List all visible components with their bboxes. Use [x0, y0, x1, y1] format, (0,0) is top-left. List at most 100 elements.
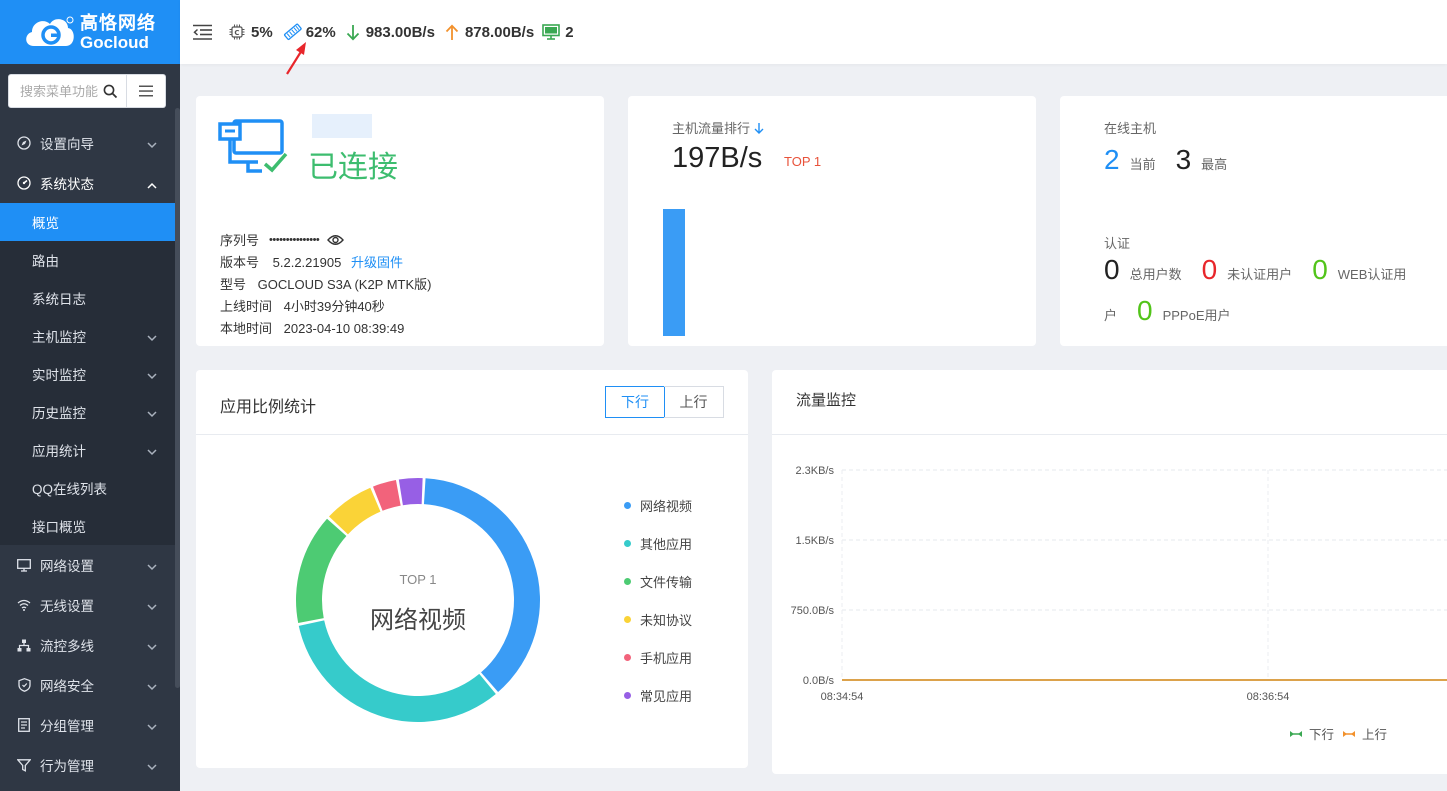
menu-list-button[interactable] [127, 74, 166, 108]
sidebar-item-system-log[interactable]: 系统日志 [0, 279, 175, 317]
arrow-up-icon [445, 24, 459, 40]
sidebar-item-label: 设置向导 [40, 137, 94, 152]
uptime-label: 上线时间 [220, 299, 273, 314]
annotation-arrow-icon [286, 42, 306, 75]
sidebar-item-interface-overview[interactable]: 接口概览 [0, 507, 175, 545]
chevron-down-icon [147, 559, 157, 574]
x-tick-label: 08:34:54 [821, 691, 864, 703]
sidebar-item-group-management[interactable]: 分组管理 [0, 705, 175, 745]
sidebar-item-behavior-management[interactable]: 行为管理 [0, 745, 175, 785]
legend-dot [624, 692, 631, 699]
sidebar-item-label: 无线设置 [40, 599, 94, 614]
filter-icon [16, 757, 32, 773]
localtime-row: 本地时间 2023-04-10 08:39:49 [220, 318, 404, 337]
sidebar-scrollbar[interactable] [175, 108, 180, 688]
collapse-sidebar-icon[interactable] [193, 24, 212, 40]
upgrade-firmware-link[interactable]: 升级固件 [351, 255, 403, 270]
cpu-icon: C [229, 24, 245, 40]
traffic-monitor-card: 流量监控 0.0B/s 750.0B/s 1.5KB/s 2.3KB/s 08:34:5… [772, 370, 1447, 774]
web-auth-label-cont: 户 [1104, 308, 1118, 323]
card-divider [196, 434, 748, 435]
wifi-icon [16, 597, 32, 613]
tab-uplink[interactable]: 上行 [664, 386, 724, 418]
legend-label: 其他应用 [640, 537, 693, 552]
legend-downlink-label: 下行 [1309, 728, 1335, 742]
model-row: 型号 GOCLOUD S3A (K2P MTK版) [220, 274, 432, 293]
legend-item[interactable]: 手机应用 [624, 648, 692, 667]
legend-item[interactable]: 其他应用 [624, 534, 692, 553]
search-icon[interactable] [103, 84, 118, 102]
tab-downlink[interactable]: 下行 [605, 386, 665, 418]
compass-icon [16, 135, 32, 151]
legend-item[interactable]: 未知协议 [624, 610, 692, 629]
arrow-down-icon [346, 24, 359, 40]
sidebar-item-label: QQ在线列表 [32, 482, 108, 497]
model-label: 型号 [220, 277, 247, 292]
sidebar-item-qq-online[interactable]: QQ在线列表 [0, 469, 175, 507]
download-stat: 983.00B/s [346, 24, 435, 41]
download-speed: 983.00B/s [365, 23, 435, 41]
sidebar-item-network-security[interactable]: 网络安全 [0, 665, 175, 705]
legend-item[interactable]: 文件传输 [624, 572, 692, 591]
sidebar-item-flow-control[interactable]: 流控多线 [0, 625, 175, 665]
app-stats-card: 应用比例统计 下行 上行 TOP 1 网络视频 网络视频 其他应用 文件传输 未知协议… [196, 370, 748, 768]
traffic-rank-title: 主机流量排行 [672, 121, 751, 136]
sidebar-item-setup-wizard[interactable]: 设置向导 [0, 123, 175, 163]
memory-value: 62% [305, 23, 336, 41]
traffic-rank-header[interactable]: 主机流量排行 [672, 118, 764, 137]
pppoe-users-value: 0 [1137, 295, 1153, 326]
eye-icon[interactable] [327, 234, 345, 246]
sidebar-item-realtime-monitor[interactable]: 实时监控 [0, 355, 175, 393]
sidebar-item-wireless-settings[interactable]: 无线设置 [0, 585, 175, 625]
sidebar-item-host-monitor[interactable]: 主机监控 [0, 317, 175, 355]
sidebar-item-overview[interactable]: 概览 [0, 203, 175, 241]
upload-speed: 878.00B/s [464, 23, 535, 41]
sidebar-item-routing[interactable]: 路由 [0, 241, 175, 279]
sidebar-item-label: 分组管理 [40, 719, 94, 734]
search-input[interactable] [20, 83, 104, 99]
sidebar-item-system-status[interactable]: 系统状态 [0, 163, 175, 203]
donut-slice[interactable] [298, 620, 496, 722]
legend-item[interactable]: 网络视频 [624, 496, 692, 515]
traffic-rank-bar[interactable] [663, 209, 685, 336]
dashboard-icon [16, 175, 32, 191]
donut-slice[interactable] [398, 478, 423, 506]
sidebar-nav: 设置向导 系统状态 概览 路由 系统日志 主机监控 实时监控 历史监控 应用统计… [0, 123, 175, 785]
online-hosts-count: 2 [565, 23, 574, 41]
sidebar-item-label: 历史监控 [32, 406, 86, 421]
auth-title: 认证 [1104, 236, 1131, 251]
online-hosts-title: 在线主机 [1104, 121, 1157, 136]
donut-slice[interactable] [328, 487, 381, 535]
sidebar-item-history-monitor[interactable]: 历史监控 [0, 393, 175, 431]
version-row: 版本号 5.2.2.21905 升级固件 [220, 252, 403, 271]
sidebar-item-label: 接口概览 [32, 520, 86, 535]
legend-item[interactable]: 常见应用 [624, 686, 692, 705]
localtime-label: 本地时间 [220, 321, 273, 336]
network-icon [16, 637, 32, 653]
brand-name-cn: 高恪网络 [80, 12, 156, 33]
group-icon [16, 717, 32, 733]
traffic-line-chart: 0.0B/s 750.0B/s 1.5KB/s 2.3KB/s 08:34:54 08:3… [791, 465, 1447, 703]
svg-text:C: C [234, 29, 239, 37]
memory-icon [283, 23, 302, 41]
chevron-down-icon [147, 330, 157, 345]
logo[interactable]: 高恪网络 Gocloud [0, 0, 180, 64]
current-hosts-value: 2 [1104, 144, 1120, 175]
sidebar-item-label: 实时监控 [32, 368, 86, 383]
legend-dot [624, 616, 631, 623]
serial-row: 序列号 ••••••••••••••• [220, 230, 345, 249]
legend-line-icon [1290, 730, 1302, 737]
chevron-down-icon [147, 599, 157, 614]
total-users-label: 总用户数 [1129, 267, 1182, 282]
chevron-down-icon [147, 639, 157, 654]
online-hosts-card: 在线主机 2 当前 3 最高 认证 0 总用户数 0 未认证用户 0 WEB认证… [1060, 96, 1447, 346]
sidebar-item-app-stats[interactable]: 应用统计 [0, 431, 175, 469]
legend-dot [624, 540, 631, 547]
legend-uplink[interactable]: 上行 [1343, 724, 1387, 743]
sidebar-item-network-settings[interactable]: 网络设置 [0, 545, 175, 585]
top1-badge: TOP 1 [784, 154, 822, 169]
card-divider [772, 434, 1447, 435]
legend-downlink[interactable]: 下行 [1290, 724, 1334, 743]
y-tick-label: 0.0B/s [803, 675, 835, 687]
brand-name-en: Gocloud [80, 32, 149, 52]
